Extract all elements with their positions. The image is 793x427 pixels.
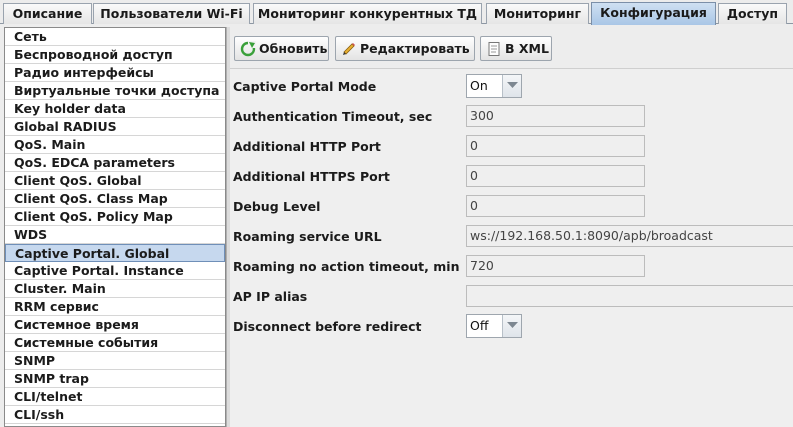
config-sidebar: Сеть Беспроводной доступ Радио интерфейс… — [4, 27, 226, 427]
document-icon — [486, 41, 502, 57]
refresh-button-label: Обновить — [259, 41, 328, 56]
chevron-down-icon[interactable] — [502, 315, 521, 337]
roaming-url-label: Roaming service URL — [233, 229, 382, 244]
sidebar-item-cli-telnet[interactable]: CLI/telnet — [5, 388, 225, 406]
roaming-timeout-label: Roaming no action timeout, min — [233, 259, 460, 274]
http-port-field[interactable]: 0 — [466, 135, 645, 157]
refresh-icon — [240, 41, 256, 57]
https-port-field[interactable]: 0 — [466, 165, 645, 187]
export-xml-button-label: В XML — [505, 41, 549, 56]
tab-configuration[interactable]: Конфигурация — [591, 2, 716, 25]
captive-portal-mode-select[interactable]: On — [466, 74, 522, 98]
sidebar-item-cli-ssh[interactable]: CLI/ssh — [5, 406, 225, 424]
sidebar-item-wireless-access[interactable]: Беспроводной доступ — [5, 46, 225, 64]
tab-monitoring[interactable]: Мониторинг — [486, 3, 589, 24]
sidebar-item-system-events[interactable]: Системные события — [5, 334, 225, 352]
roaming-timeout-field[interactable]: 720 — [466, 255, 645, 277]
sidebar-item-system-time[interactable]: Системное время — [5, 316, 225, 334]
edit-button-label: Редактировать — [360, 41, 470, 56]
tab-wifi-users[interactable]: Пользователи Wi-Fi — [93, 3, 250, 24]
pencil-icon — [341, 41, 357, 57]
auth-timeout-field[interactable]: 300 — [466, 105, 645, 127]
chevron-down-icon[interactable] — [502, 75, 521, 97]
sidebar-item-qos-main[interactable]: QoS. Main — [5, 136, 225, 154]
auth-timeout-label: Authentication Timeout, sec — [233, 109, 433, 124]
captive-portal-mode-label: Captive Portal Mode — [233, 79, 377, 94]
captive-portal-mode-value: On — [470, 78, 488, 93]
http-port-label: Additional HTTP Port — [233, 139, 381, 154]
tab-description[interactable]: Описание — [3, 3, 92, 24]
https-port-label: Additional HTTPS Port — [233, 169, 390, 184]
edit-button[interactable]: Редактировать — [335, 36, 475, 61]
sidebar-item-snmp[interactable]: SNMP — [5, 352, 225, 370]
export-xml-button[interactable]: В XML — [480, 36, 552, 61]
tab-access[interactable]: Доступ — [718, 3, 787, 24]
ap-ip-alias-field[interactable] — [466, 285, 793, 307]
disconnect-before-redirect-value: Off — [470, 318, 489, 333]
sidebar-item-client-qos-global[interactable]: Client QoS. Global — [5, 172, 225, 190]
sidebar-item-rrm-service[interactable]: RRM сервис — [5, 298, 225, 316]
sidebar-item-network[interactable]: Сеть — [5, 28, 225, 46]
debug-level-field[interactable]: 0 — [466, 195, 645, 217]
sidebar-item-radio-interfaces[interactable]: Радио интерфейсы — [5, 64, 225, 82]
debug-level-label: Debug Level — [233, 199, 321, 214]
sidebar-item-cluster-main[interactable]: Cluster. Main — [5, 280, 225, 298]
sidebar-item-key-holder[interactable]: Key holder data — [5, 100, 225, 118]
disconnect-before-redirect-label: Disconnect before redirect — [233, 319, 422, 334]
sidebar-item-captive-portal-global[interactable]: Captive Portal. Global — [5, 244, 225, 262]
refresh-button[interactable]: Обновить — [234, 36, 329, 61]
tab-competitor-monitoring[interactable]: Мониторинг конкурентных ТД — [253, 3, 482, 24]
sidebar-item-snmp-trap[interactable]: SNMP trap — [5, 370, 225, 388]
roaming-url-field[interactable]: ws://192.168.50.1:8090/apb/broadcast — [466, 225, 793, 247]
disconnect-before-redirect-select[interactable]: Off — [466, 314, 522, 338]
tab-bar: Описание Пользователи Wi-Fi Мониторинг к… — [0, 0, 793, 25]
sidebar-item-qos-edca[interactable]: QoS. EDCA parameters — [5, 154, 225, 172]
sidebar-item-captive-portal-instance[interactable]: Captive Portal. Instance — [5, 262, 225, 280]
ap-ip-alias-label: AP IP alias — [233, 289, 308, 304]
sidebar-item-wds[interactable]: WDS — [5, 226, 225, 244]
sidebar-item-client-qos-class-map[interactable]: Client QoS. Class Map — [5, 190, 225, 208]
sidebar-item-client-qos-policy-map[interactable]: Client QoS. Policy Map — [5, 208, 225, 226]
sidebar-item-virtual-aps[interactable]: Виртуальные точки доступа — [5, 82, 225, 100]
sidebar-item-global-radius[interactable]: Global RADIUS — [5, 118, 225, 136]
